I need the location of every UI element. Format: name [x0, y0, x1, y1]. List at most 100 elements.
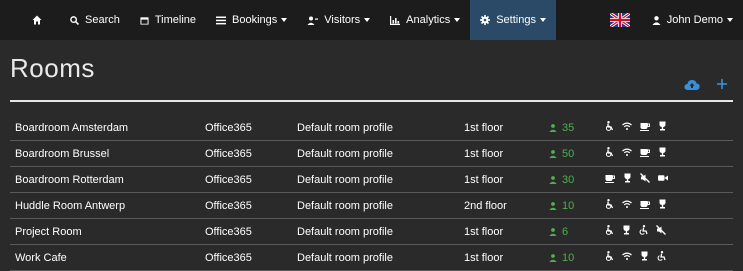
nav-analytics[interactable]: Analytics: [380, 0, 470, 40]
wheelchair-icon: [605, 251, 622, 261]
user-name: John Demo: [666, 14, 723, 26]
room-capacity: 50: [549, 148, 574, 160]
trophy-icon: [658, 147, 675, 157]
nav-bookings[interactable]: Bookings: [206, 0, 297, 40]
room-name[interactable]: Work Cafe: [15, 252, 67, 264]
room-name[interactable]: Boardroom Rotterdam: [15, 174, 124, 186]
table-row[interactable]: Boardroom Brussel Office365 Default room p…: [10, 141, 733, 167]
wifi-icon: [622, 148, 640, 156]
chevron-down-icon: [727, 18, 733, 22]
person-icon: [549, 124, 557, 132]
room-profile: Default room profile: [297, 122, 393, 134]
room-floor: 1st floor: [464, 252, 504, 264]
room-type: Office365: [205, 122, 252, 134]
nav-home[interactable]: [0, 0, 60, 40]
room-profile: Default room profile: [297, 174, 393, 186]
visitor-icon: [307, 16, 319, 25]
nav-visitors-label: Visitors: [324, 14, 361, 26]
wheelchair-icon: [605, 199, 622, 209]
room-name[interactable]: Boardroom Brussel: [15, 148, 109, 160]
nav-analytics-label: Analytics: [406, 14, 451, 26]
room-type: Office365: [205, 148, 252, 160]
chevron-down-icon: [454, 18, 461, 22]
room-capacity: 35: [549, 122, 574, 134]
table-row[interactable]: Work Cafe Office365 Default room profile 1s…: [10, 245, 733, 271]
nav-visitors[interactable]: Visitors: [297, 0, 380, 40]
room-type: Office365: [205, 226, 252, 238]
room-floor: 1st floor: [464, 122, 504, 134]
nav-right: John Demo: [609, 0, 733, 40]
room-capacity: 30: [549, 174, 574, 186]
room-profile: Default room profile: [297, 252, 393, 264]
nav-bookings-label: Bookings: [232, 14, 278, 26]
room-features: [605, 121, 675, 131]
table-row[interactable]: Boardroom Rotterdam Office365 Default room…: [10, 167, 733, 193]
capacity-value: 30: [562, 174, 575, 186]
nav-settings[interactable]: Settings: [470, 0, 556, 40]
coffee-icon: [640, 200, 658, 209]
wifi-icon: [622, 200, 640, 208]
add-room-button[interactable]: [713, 76, 731, 92]
chevron-down-icon: [281, 18, 288, 22]
person-icon: [549, 150, 557, 158]
room-floor: 1st floor: [464, 226, 504, 238]
wheelchair-icon: [605, 225, 622, 235]
room-name[interactable]: Project Room: [15, 226, 82, 238]
list-icon: [216, 16, 227, 24]
room-features: [605, 199, 675, 209]
coffee-icon: [605, 174, 623, 183]
person-icon: [549, 254, 557, 262]
nav-search-label: Search: [85, 14, 120, 26]
trophy-icon: [658, 199, 675, 209]
video-icon: [658, 174, 676, 182]
bar-chart-icon: [390, 15, 401, 25]
room-floor: 1st floor: [464, 148, 504, 160]
room-features: [605, 225, 674, 235]
person-icon: [549, 176, 557, 184]
top-navbar: Search Timeline Bookings Visitors Analyt…: [0, 0, 743, 40]
table-row[interactable]: Huddle Room Antwerp Office365 Default room…: [10, 193, 733, 219]
trophy-icon: [622, 225, 639, 235]
trophy-icon: [640, 251, 657, 261]
room-features: [605, 147, 675, 157]
trophy-icon: [623, 173, 640, 183]
room-floor: 2nd floor: [464, 200, 507, 212]
accessible-icon: [639, 225, 656, 235]
rooms-table: Boardroom Amsterdam Office365 Default room…: [10, 115, 733, 271]
user-icon: [652, 15, 661, 25]
user-menu[interactable]: John Demo: [652, 0, 733, 40]
person-icon: [549, 228, 557, 236]
room-name[interactable]: Huddle Room Antwerp: [15, 200, 125, 212]
no-sound-icon: [656, 225, 674, 235]
room-type: Office365: [205, 200, 252, 212]
table-row[interactable]: Project Room Office365 Default room profil…: [10, 219, 733, 245]
room-features: [605, 173, 676, 183]
capacity-value: 35: [562, 122, 575, 134]
wheelchair-icon: [605, 121, 622, 131]
room-type: Office365: [205, 252, 252, 264]
search-icon: [70, 15, 79, 25]
title-divider: [10, 100, 733, 102]
room-name[interactable]: Boardroom Amsterdam: [15, 122, 128, 134]
room-features: [605, 251, 674, 261]
capacity-value: 10: [562, 200, 575, 212]
coffee-icon: [640, 122, 658, 131]
person-icon: [549, 202, 557, 210]
page-title: Rooms: [10, 53, 95, 83]
cloud-upload-button[interactable]: [683, 76, 701, 92]
capacity-value: 50: [562, 148, 575, 160]
cloud-upload-icon: [684, 79, 700, 90]
room-floor: 1st floor: [464, 174, 504, 186]
room-capacity: 10: [549, 200, 574, 212]
nav-search[interactable]: Search: [60, 0, 130, 40]
room-capacity: 10: [549, 252, 574, 264]
nav-timeline-label: Timeline: [154, 14, 197, 26]
table-row[interactable]: Boardroom Amsterdam Office365 Default room…: [10, 115, 733, 141]
room-profile: Default room profile: [297, 226, 393, 238]
calendar-icon: [140, 16, 149, 25]
chevron-down-icon: [539, 18, 546, 22]
nav-timeline[interactable]: Timeline: [130, 0, 206, 40]
nav-settings-label: Settings: [496, 14, 536, 26]
uk-flag-icon[interactable]: [609, 13, 630, 27]
trophy-icon: [658, 121, 675, 131]
